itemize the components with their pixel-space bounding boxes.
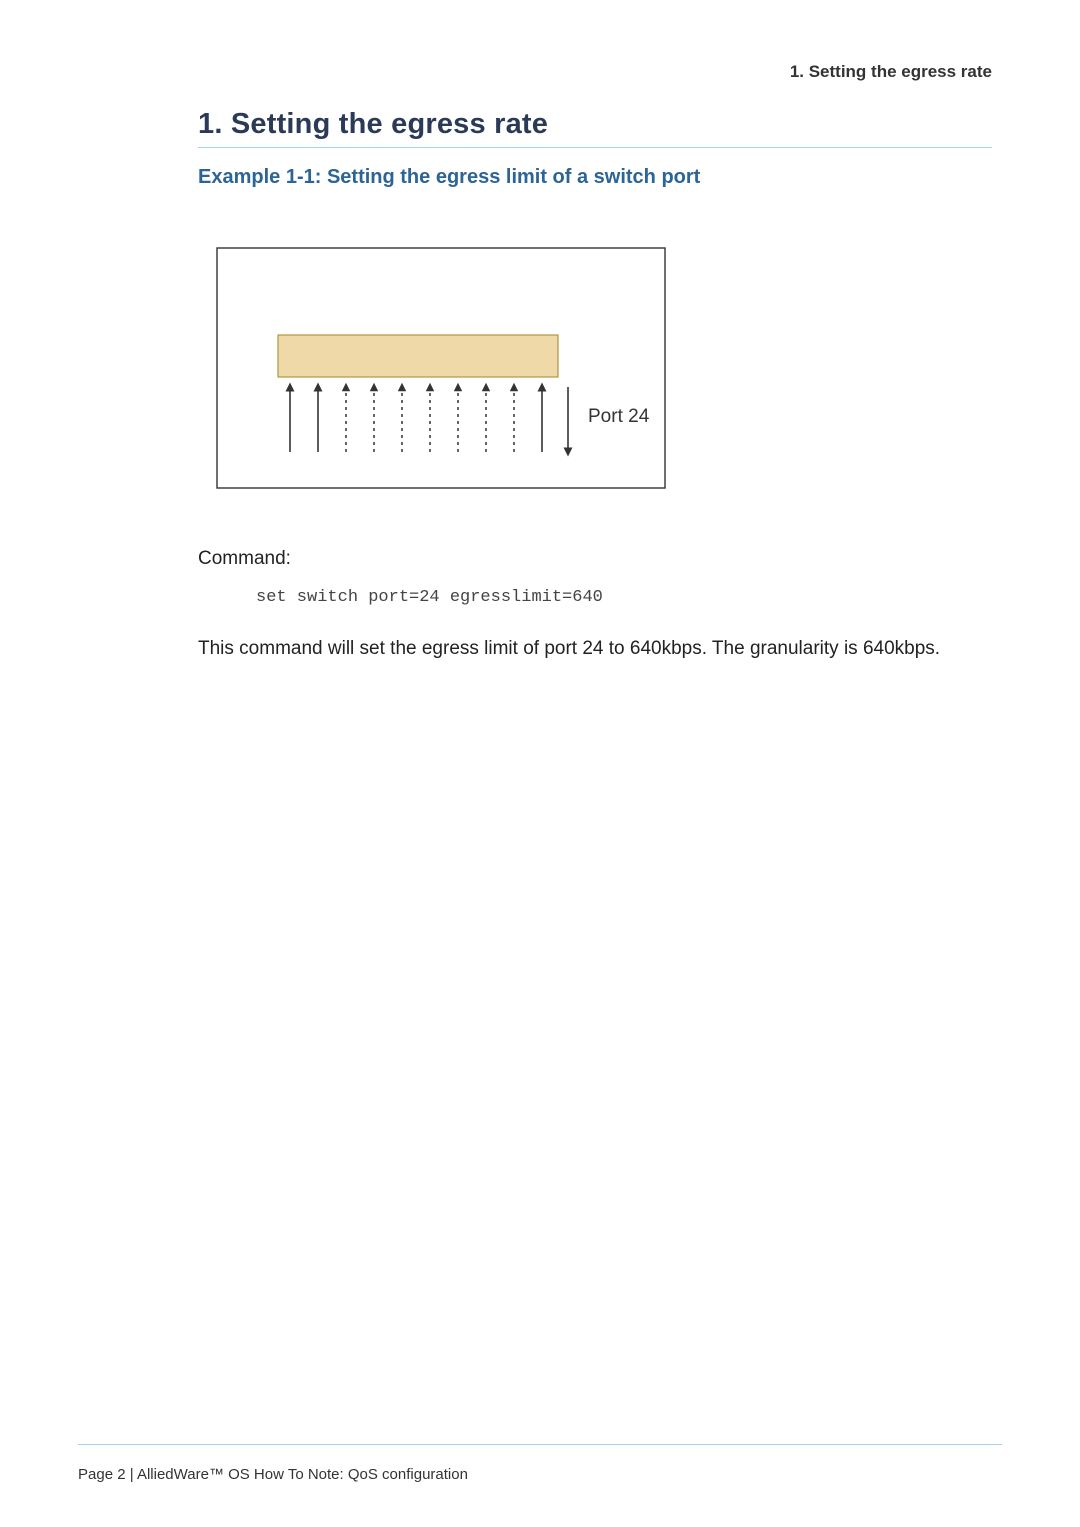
body-paragraph: This command will set the egress limit o… [198, 635, 992, 663]
command-label: Command: [198, 548, 992, 570]
command-code: set switch port=24 egresslimit=640 [256, 588, 992, 607]
switch-port-diagram: Port 24 [216, 247, 696, 507]
page: 1. Setting the egress rate 1. Setting th… [0, 0, 1080, 1527]
title-rule [198, 147, 992, 148]
section-title: 1. Setting the egress rate [198, 108, 992, 141]
example-title: Example 1-1: Setting the egress limit of… [198, 166, 992, 189]
content-area: 1. Setting the egress rate Example 1-1: … [198, 108, 992, 682]
footer-text: Page 2 | AlliedWare™ OS How To Note: QoS… [78, 1466, 468, 1483]
footer-rule [78, 1444, 1002, 1445]
figure-diagram: Port 24 [216, 247, 992, 512]
port-label: Port 24 [588, 406, 650, 427]
running-header: 1. Setting the egress rate [790, 62, 992, 82]
egress-queue-box [278, 335, 558, 377]
